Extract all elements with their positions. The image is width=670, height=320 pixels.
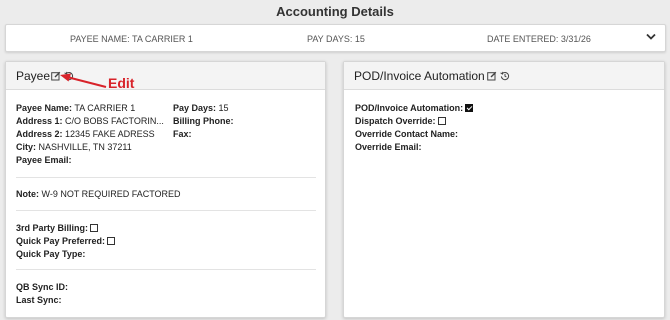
field-fax: Fax: [173, 129, 192, 139]
field-payee-email: Payee Email: [16, 155, 72, 165]
edit-icon[interactable] [487, 71, 497, 81]
field-city: City: NASHVILLE, TN 37211 [16, 142, 132, 152]
divider [16, 269, 316, 270]
payee-card: Payee Payee Name: TA CARRIER 1 Address 1… [5, 61, 326, 318]
field-override-contact: Override Contact Name: [355, 129, 459, 139]
summary-date-entered: DATE ENTERED: 3/31/26 [487, 34, 591, 44]
field-quick-pay-preferred: Quick Pay Preferred: [16, 236, 116, 246]
summary-pay-days: PAY DAYS: 15 [307, 34, 365, 44]
payee-card-header: Payee [6, 62, 325, 90]
field-pay-days: Pay Days: 15 [173, 103, 229, 113]
pod-automation-checkbox[interactable] [465, 104, 474, 112]
field-address-1: Address 1: C/O BOBS FACTORIN... [16, 116, 164, 126]
annotation-arrow [60, 73, 107, 88]
field-pod-automation: POD/Invoice Automation: [355, 103, 474, 113]
divider [16, 210, 316, 211]
field-payee-name: Payee Name: TA CARRIER 1 [16, 103, 136, 113]
field-override-email: Override Email: [355, 142, 422, 152]
payee-card-title: Payee [16, 69, 51, 83]
field-note: Note: W-9 NOT REQUIRED FACTORED [16, 189, 181, 199]
history-icon[interactable] [500, 71, 510, 81]
edit-annotation-label: Edit [108, 75, 135, 91]
field-billing-phone: Billing Phone: [173, 116, 234, 126]
field-third-party-billing: 3rd Party Billing: [16, 223, 99, 233]
third-party-billing-checkbox[interactable] [90, 224, 99, 232]
field-dispatch-override: Dispatch Override: [355, 116, 446, 126]
summary-payee-name: PAYEE NAME: TA CARRIER 1 [70, 34, 193, 44]
quick-pay-preferred-checkbox[interactable] [107, 237, 116, 245]
pod-automation-card: POD/Invoice Automation POD/Invoice Autom… [343, 61, 665, 318]
chevron-down-icon[interactable] [646, 33, 656, 41]
summary-bar: PAYEE NAME: TA CARRIER 1 PAY DAYS: 15 DA… [5, 24, 666, 52]
field-last-sync: Last Sync: [16, 295, 62, 305]
pod-card-title: POD/Invoice Automation [354, 69, 485, 83]
divider [16, 177, 316, 178]
field-address-2: Address 2: 12345 FAKE ADRESS [16, 129, 155, 139]
page-title: Accounting Details [276, 4, 394, 19]
pod-card-header: POD/Invoice Automation [344, 62, 664, 90]
field-quick-pay-type: Quick Pay Type: [16, 249, 86, 259]
dispatch-override-checkbox[interactable] [437, 117, 446, 125]
field-qb-sync-id: QB Sync ID: [16, 282, 69, 292]
